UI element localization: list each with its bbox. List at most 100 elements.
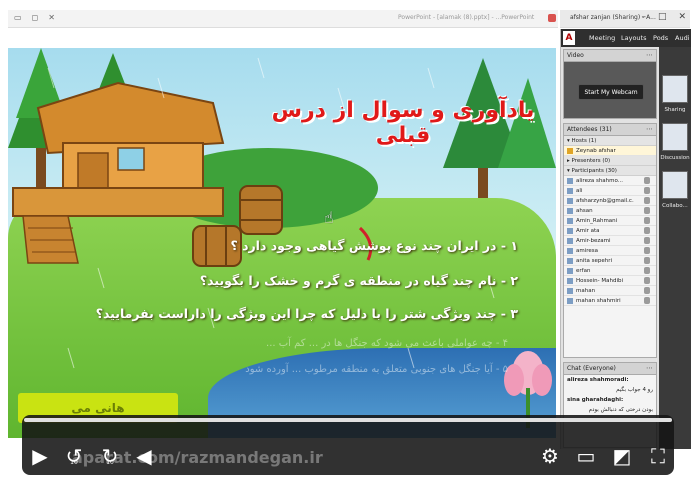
attendees-pod: Attendees (31) ⋯ ▾ Hosts (1) Zeynab afsh… [563, 123, 657, 358]
chat-scope: (Everyone) [582, 365, 616, 372]
layout-collaboration-thumb[interactable] [662, 171, 688, 199]
attendees-pod-header: Attendees (31) ⋯ [564, 124, 656, 136]
watermark: aparat.com/razmandegan.ir [72, 448, 323, 467]
microphone-icon [644, 187, 650, 194]
triangle-down-icon: ▾ [567, 168, 570, 174]
powerpoint-title: PowerPoint - [alamak (8).pptx] - ...Powe… [398, 14, 535, 21]
participant-row[interactable]: afsharzynb@gmail.c... [564, 196, 656, 206]
attendees-count: (31) [599, 126, 612, 133]
layouts-bar: Sharing Discussion Collabo... [659, 47, 691, 449]
layout-sharing-thumb[interactable] [662, 75, 688, 103]
participant-row[interactable]: anita sepehri [564, 256, 656, 266]
video-pod-header: Video ⋯ [564, 50, 656, 62]
triangle-down-icon: ▾ [567, 138, 570, 144]
menu-layouts[interactable]: Layouts [621, 34, 646, 42]
participant-row[interactable]: alireza shahmo... [564, 176, 656, 186]
slide-question-1: ۱ - در ایران چند نوع پوشش گیاهی وجود دار… [230, 238, 518, 253]
microphone-icon [644, 297, 650, 304]
participant-row[interactable]: mahan shahmiri [564, 296, 656, 306]
participant-row[interactable]: ahsan [564, 206, 656, 216]
user-icon [567, 188, 573, 194]
slide-faded-question-5: ۵ - آیا جنگل های جنوبی متعلق به منطقه مر… [245, 364, 508, 375]
chat-sender: sina gharahdaghi: [567, 397, 624, 403]
adobe-connect-titlebar: afshar zanjan (Sharing) - A... – □ ✕ [560, 10, 690, 28]
participant-name: mahan [576, 288, 596, 294]
record-icon [548, 14, 556, 22]
participant-row[interactable]: Hossein- Mahdibi [564, 276, 656, 286]
microphone-icon [644, 207, 650, 214]
menu-audio[interactable]: Audi [675, 34, 690, 42]
layout-collaboration-label[interactable]: Collabo... [659, 203, 691, 209]
participant-row[interactable]: ali [564, 186, 656, 196]
microphone-icon [644, 217, 650, 224]
participant-name: afsharzynb@gmail.c... [576, 198, 634, 204]
start-webcam-button[interactable]: Start My Webcam [578, 84, 644, 100]
play-icon[interactable]: ▶ [30, 446, 50, 466]
participant-row[interactable]: erfan [564, 266, 656, 276]
presenters-section[interactable]: ▸ Presenters (0) [564, 156, 656, 166]
maximize-icon[interactable]: □ [658, 12, 667, 22]
menu-pods[interactable]: Pods [653, 34, 668, 42]
slide-title: یادآوری و سوال از درس قبلی [271, 98, 535, 148]
layout-discussion-label[interactable]: Discussion [659, 155, 691, 161]
minimize-icon[interactable]: – [641, 12, 646, 22]
pod-options-icon[interactable]: ⋯ [646, 125, 653, 133]
hosts-label: Hosts (1) [571, 138, 597, 144]
microphone-icon [644, 227, 650, 234]
participant-name: amiresa [576, 248, 599, 254]
participants-label: Participants (30) [571, 168, 617, 174]
user-icon [567, 228, 573, 234]
host-row[interactable]: Zeynab afshar [564, 146, 656, 156]
participant-row[interactable]: amiresa [564, 246, 656, 256]
chat-message-text: بودن درختی که دنبالش بودم [588, 407, 653, 413]
close-icon[interactable]: ✕ [678, 12, 686, 22]
layout-sharing-label[interactable]: Sharing [659, 107, 691, 113]
user-icon [567, 198, 573, 204]
hosts-section[interactable]: ▾ Hosts (1) [564, 136, 656, 146]
microphone-icon [644, 247, 650, 254]
microphone-icon [644, 277, 650, 284]
layout-discussion-thumb[interactable] [662, 123, 688, 151]
fullscreen-icon[interactable]: ⛶ [648, 446, 668, 466]
microphone-icon [644, 257, 650, 264]
menu-meeting[interactable]: Meeting [589, 34, 615, 42]
pods-area: Video ⋯ Start My Webcam Attendees (31) ⋯… [561, 47, 659, 449]
slide-question-3: ۳ - چند ویژگی شتر را با دلیل که چرا این … [95, 306, 518, 321]
pod-options-icon[interactable]: ⋯ [646, 364, 653, 372]
participant-row[interactable]: Amir-bezami [564, 236, 656, 246]
participant-row[interactable]: Amin_Rahmani [564, 216, 656, 226]
user-icon [567, 208, 573, 214]
user-icon [567, 248, 573, 254]
pod-options-icon[interactable]: ⋯ [646, 51, 653, 59]
theater-mode-icon[interactable]: ▭ [576, 446, 596, 466]
restore-icon[interactable]: ◻ [32, 13, 39, 22]
user-icon [567, 218, 573, 224]
chat-message: sina gharahdaghi: [564, 395, 656, 405]
user-icon [567, 268, 573, 274]
video-pod-title: Video [567, 52, 584, 59]
close-icon[interactable]: ✕ [48, 13, 55, 22]
user-icon [567, 238, 573, 244]
settings-icon[interactable]: ⚙ [540, 446, 560, 466]
triangle-down-icon: ▸ [567, 158, 570, 164]
adobe-connect-menubar: A Meeting Layouts Pods Audi [561, 29, 691, 47]
minimize-icon[interactable]: ▭ [14, 13, 22, 22]
chat-pod-title: Chat [567, 365, 582, 372]
host-name: Zeynab afshar [576, 148, 616, 154]
participant-name: ali [576, 188, 583, 194]
participant-name: anita sepehri [576, 258, 613, 264]
participant-name: erfan [576, 268, 591, 274]
chat-message: alireza shahmoradi: [564, 375, 656, 385]
user-icon [567, 258, 573, 264]
video-progress-bar[interactable] [24, 418, 672, 422]
participant-row[interactable]: mahan [564, 286, 656, 296]
participants-section[interactable]: ▾ Participants (30) [564, 166, 656, 176]
picture-in-picture-icon[interactable]: ◩ [612, 446, 632, 466]
chat-sender: alireza shahmoradi: [567, 377, 629, 383]
participant-name: ahsan [576, 208, 593, 214]
microphone-icon [644, 177, 650, 184]
user-icon [567, 178, 573, 184]
slide-faded-question-4: ۴ - چه عواملی باعث می شود که جنگل ها در … [266, 338, 508, 349]
adobe-logo-icon: A [563, 31, 575, 45]
participant-row[interactable]: Amir ata [564, 226, 656, 236]
